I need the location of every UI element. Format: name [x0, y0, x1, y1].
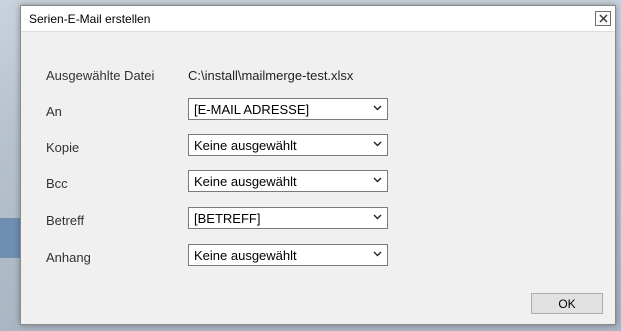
title-bar: Serien-E-Mail erstellen	[21, 6, 615, 32]
field-label-attachment: Anhang	[46, 250, 91, 265]
subject-select[interactable]: [BETREFF]	[188, 207, 388, 229]
chevron-down-icon	[373, 105, 382, 111]
chevron-down-icon	[373, 141, 382, 147]
ok-button[interactable]: OK	[531, 293, 603, 314]
dialog-title: Serien-E-Mail erstellen	[29, 12, 151, 26]
bcc-select-value: Keine ausgewählt	[194, 174, 297, 189]
field-label-subject: Betreff	[46, 213, 85, 228]
field-row-subject: Betreff [BETREFF]	[21, 207, 615, 229]
chevron-down-icon	[373, 214, 382, 220]
selected-file-path: C:\install\mailmerge-test.xlsx	[188, 68, 354, 83]
field-label-to: An	[46, 104, 62, 119]
attachment-select-value: Keine ausgewählt	[194, 248, 297, 263]
to-select-value: [E-MAIL ADRESSE]	[194, 102, 310, 117]
selected-file-label: Ausgewählte Datei	[46, 68, 155, 83]
attachment-select[interactable]: Keine ausgewählt	[188, 244, 388, 266]
field-row-bcc: Bcc Keine ausgewählt	[21, 170, 615, 192]
chevron-down-icon	[373, 177, 382, 183]
cc-select-value: Keine ausgewählt	[194, 138, 297, 153]
bcc-select[interactable]: Keine ausgewählt	[188, 170, 388, 192]
cc-select[interactable]: Keine ausgewählt	[188, 134, 388, 156]
selected-file-row: Ausgewählte Datei C:\install\mailmerge-t…	[21, 68, 615, 90]
subject-select-value: [BETREFF]	[194, 211, 261, 226]
mail-merge-dialog: Serien-E-Mail erstellen Ausgewählte Date…	[20, 5, 616, 325]
field-label-bcc: Bcc	[46, 176, 68, 191]
background-window-strip	[0, 218, 22, 258]
field-row-attachment: Anhang Keine ausgewählt	[21, 244, 615, 266]
to-select[interactable]: [E-MAIL ADRESSE]	[188, 98, 388, 120]
field-row-cc: Kopie Keine ausgewählt	[21, 134, 615, 156]
close-icon	[599, 14, 607, 23]
field-label-cc: Kopie	[46, 140, 80, 155]
close-button[interactable]	[595, 11, 611, 26]
chevron-down-icon	[373, 251, 382, 257]
field-row-to: An [E-MAIL ADRESSE]	[21, 98, 615, 120]
